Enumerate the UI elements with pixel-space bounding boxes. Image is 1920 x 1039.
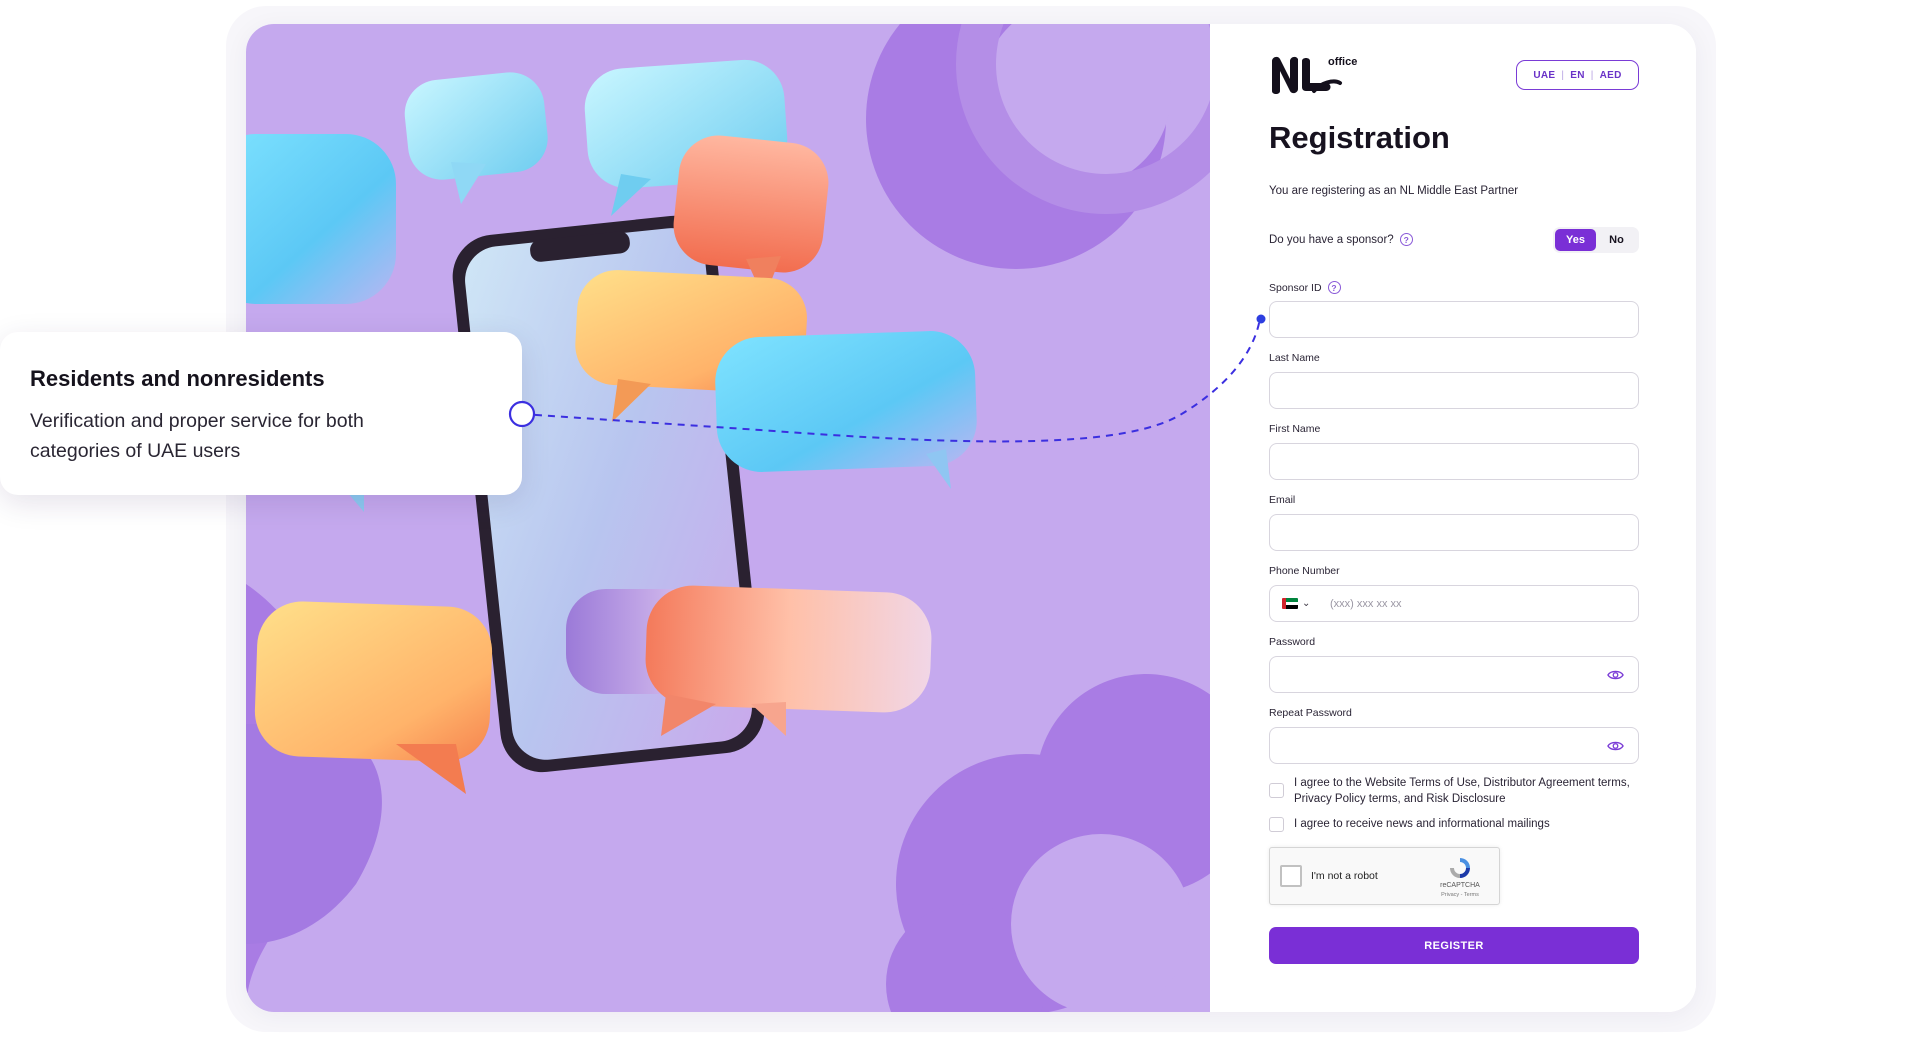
first-name-field [1269, 443, 1639, 480]
recaptcha-checkbox[interactable] [1280, 865, 1302, 887]
repeat-password-label: Repeat Password [1269, 707, 1352, 719]
hero-artwork [246, 24, 1210, 1012]
terms-agreement-row: I agree to the Website Terms of Use, Dis… [1269, 775, 1630, 807]
logo-office-text: office [1328, 56, 1357, 68]
help-icon[interactable]: ? [1399, 233, 1413, 246]
repeat-password-input[interactable] [1270, 728, 1638, 763]
bubble-left-blue [246, 134, 396, 304]
eye-icon[interactable] [1607, 739, 1624, 753]
register-button[interactable]: REGISTER [1269, 927, 1639, 964]
sponsor-yes-button[interactable]: Yes [1555, 229, 1596, 251]
terms-agreement-text: I agree to the Website Terms of Use, Dis… [1294, 775, 1630, 807]
hero-illustration [246, 24, 1210, 1012]
callout-title: Residents and nonresidents [30, 366, 325, 391]
password-field [1269, 656, 1639, 693]
first-name-input[interactable] [1270, 444, 1638, 479]
password-label: Password [1269, 636, 1316, 648]
feature-callout: Residents and nonresidents Verification … [0, 332, 522, 495]
terms-line-1: I agree to the Website Terms of Use, Dis… [1294, 777, 1630, 789]
locale-selector-button[interactable]: UAE | EN | AED [1516, 60, 1639, 90]
last-name-input[interactable] [1270, 373, 1638, 408]
uae-flag-icon [1282, 598, 1298, 609]
recaptcha-logo-icon [1450, 858, 1470, 878]
locale-separator: | [1561, 69, 1565, 81]
password-input[interactable] [1270, 657, 1638, 692]
help-icon[interactable]: ? [1327, 281, 1341, 294]
email-input[interactable] [1270, 515, 1638, 550]
last-name-field [1269, 372, 1639, 409]
sponsor-id-input[interactable] [1270, 302, 1638, 337]
first-name-label: First Name [1269, 423, 1321, 435]
sponsor-id-label: Sponsor ID ? [1269, 281, 1341, 294]
sponsor-no-button[interactable]: No [1596, 229, 1637, 251]
recaptcha-terms-link[interactable]: Privacy - Terms [1436, 892, 1484, 898]
eye-icon[interactable] [1607, 668, 1624, 682]
phone-label: Phone Number [1269, 565, 1340, 577]
news-checkbox[interactable] [1269, 817, 1284, 832]
last-name-label: Last Name [1269, 352, 1320, 364]
sponsor-question: Do you have a sponsor? ? [1269, 233, 1413, 246]
phone-field: ⌄ [1269, 585, 1639, 622]
locale-language: EN [1570, 69, 1585, 81]
terms-line-2: Privacy Policy terms, and Risk Disclosur… [1294, 793, 1506, 805]
locale-separator: | [1590, 69, 1594, 81]
sponsor-question-label: Do you have a sponsor? [1269, 233, 1394, 246]
phone-input[interactable] [1270, 586, 1638, 621]
terms-checkbox[interactable] [1269, 783, 1284, 798]
page-subtitle: You are registering as an NL Middle East… [1269, 185, 1519, 197]
recaptcha-label: I'm not a robot [1311, 870, 1378, 882]
sponsor-id-field [1269, 301, 1639, 338]
callout-body: Verification and proper service for both… [30, 410, 364, 462]
country-code-selector[interactable]: ⌄ [1282, 586, 1310, 621]
page-title: Registration [1269, 120, 1450, 155]
sponsor-toggle: Yes No [1553, 227, 1639, 253]
repeat-password-field [1269, 727, 1639, 764]
email-label: Email [1269, 494, 1296, 506]
email-field [1269, 514, 1639, 551]
chevron-down-icon: ⌄ [1302, 597, 1311, 609]
bubble-blue-right [715, 331, 977, 489]
bubble-top-left [404, 72, 548, 204]
nl-office-logo: office [1272, 56, 1357, 94]
recaptcha-brand: reCAPTCHA [1440, 882, 1480, 889]
news-agreement-text: I agree to receive news and informationa… [1294, 818, 1550, 830]
news-agreement-row: I agree to receive news and informationa… [1269, 816, 1550, 832]
bubble-peach [645, 585, 932, 736]
sponsor-id-label-text: Sponsor ID [1269, 281, 1322, 294]
locale-currency: AED [1599, 69, 1622, 81]
locale-country: UAE [1533, 69, 1556, 81]
recaptcha-widget: I'm not a robot reCAPTCHA Privacy - Term… [1269, 847, 1500, 905]
page: office UAE | EN | AED Registration You a… [0, 0, 1920, 1039]
